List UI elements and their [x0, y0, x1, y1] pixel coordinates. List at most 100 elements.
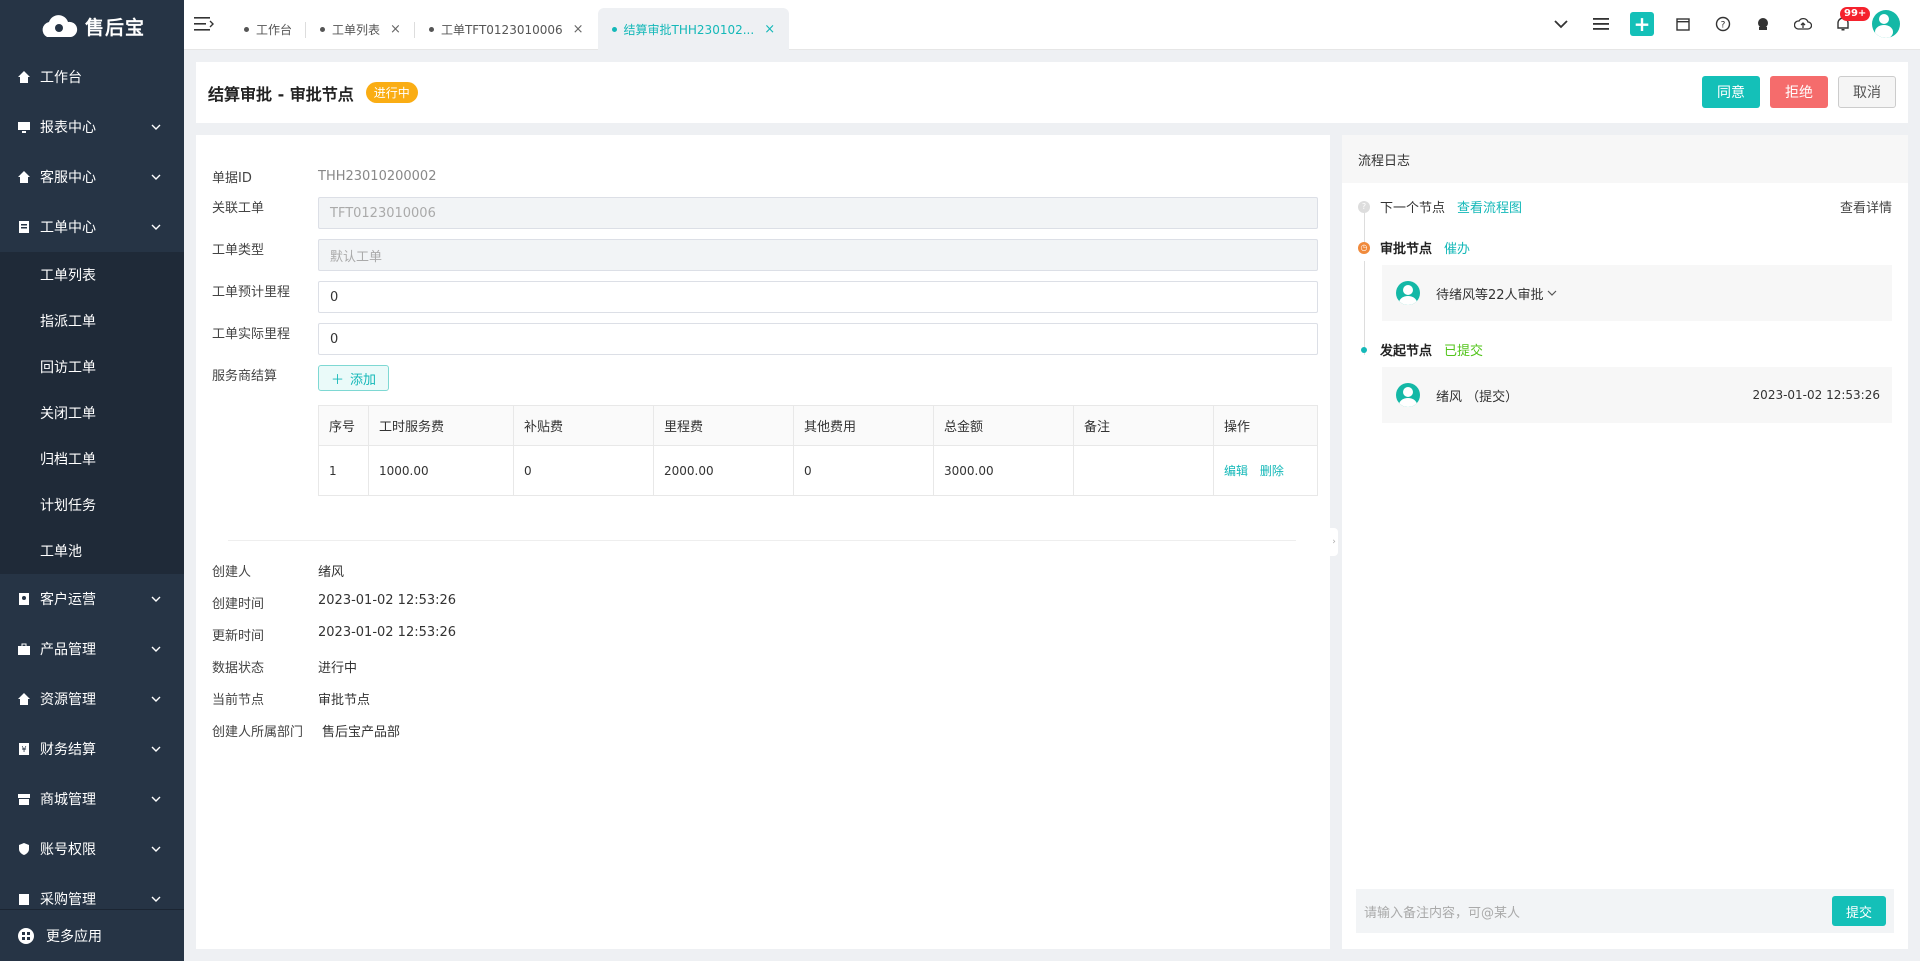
more-apps-label: 更多应用	[46, 928, 102, 945]
more-apps-button[interactable]: 更多应用	[0, 909, 184, 961]
cart-icon	[16, 891, 32, 907]
info-data-status: 数据状态 进行中	[212, 657, 357, 676]
cancel-button[interactable]: 取消	[1838, 76, 1896, 108]
sidebar-item-label: 账号权限	[40, 842, 96, 858]
submenu-item-revisit[interactable]: 回访工单	[0, 344, 184, 390]
briefcase-icon	[16, 641, 32, 657]
submenu-item-archived[interactable]: 归档工单	[0, 436, 184, 482]
service-headset-icon[interactable]	[1752, 13, 1774, 35]
app-logo[interactable]: 售后宝	[0, 0, 184, 52]
status-badge: 进行中	[365, 82, 418, 103]
tab-settlement-approval[interactable]: 结算审批THH230102... ×	[597, 8, 790, 50]
order-type-input: 默认工单	[318, 239, 1318, 271]
sidebar-item-finance[interactable]: ¥ 财务结算	[0, 724, 184, 774]
cell-labor: 1000.00	[368, 445, 514, 496]
chevron-down-icon[interactable]	[1546, 287, 1558, 299]
info-value: 进行中	[318, 661, 358, 676]
sidebar-item-label: 工单中心	[40, 220, 96, 236]
submenu-item-plan[interactable]: 计划任务	[0, 482, 184, 528]
sidebar: 售后宝 工作台 报表中心 客服中心 工单中心 工单列表 指派工单 回访工单 关闭…	[0, 0, 184, 961]
field-label: 单据ID	[212, 171, 252, 186]
sidebar-item-workbench[interactable]: 工作台	[0, 52, 184, 102]
chevron-down-icon	[151, 646, 161, 652]
sidebar-item-label: 客户运营	[40, 592, 96, 608]
table-row: 1 1000.00 0 2000.00 0 3000.00 编辑 删除	[318, 445, 1318, 496]
cloud-upload-icon[interactable]	[1792, 13, 1814, 35]
info-value: 售后宝产品部	[322, 725, 401, 740]
calendar-icon[interactable]	[1672, 13, 1694, 35]
close-icon[interactable]: ×	[764, 22, 775, 37]
tab-workbench[interactable]: 工作台	[230, 8, 307, 50]
panel-collapse-handle[interactable]: ›	[1330, 528, 1338, 556]
info-label: 更新时间	[212, 629, 265, 644]
menu-collapse-icon[interactable]	[194, 16, 214, 32]
field-label: 工单预计里程	[212, 285, 291, 300]
chevron-down-icon[interactable]	[1550, 13, 1572, 35]
info-created-time: 创建时间 2023-01-02 12:53:26	[212, 593, 456, 612]
submenu-item-workorder-list[interactable]: 工单列表	[0, 252, 184, 298]
tab-workorder-detail[interactable]: 工单TFT0123010006 ×	[415, 8, 598, 50]
settlement-table: 序号 工时服务费 补贴费 里程费 其他费用 总金额 备注 操作 1 1000.0…	[318, 405, 1318, 496]
notification-bell-icon[interactable]: 99+	[1832, 7, 1871, 35]
delete-link[interactable]: 删除	[1260, 464, 1284, 478]
workorder-submenu: 工单列表 指派工单 回访工单 关闭工单 归档工单 计划任务 工单池	[0, 252, 184, 574]
close-icon[interactable]: ×	[390, 22, 401, 37]
comment-input[interactable]: 请输入备注内容，可@某人 提交	[1356, 889, 1894, 933]
sidebar-item-resource[interactable]: 资源管理	[0, 674, 184, 724]
field-label: 关联工单	[212, 201, 265, 216]
chevron-down-icon	[151, 796, 161, 802]
sidebar-item-mall[interactable]: 商城管理	[0, 774, 184, 824]
sidebar-item-customer[interactable]: 客户运营	[0, 574, 184, 624]
col-header: 补贴费	[513, 405, 654, 446]
divider	[228, 540, 1296, 541]
col-header: 里程费	[653, 405, 794, 446]
edit-link[interactable]: 编辑	[1224, 464, 1248, 478]
info-value: 2023-01-02 12:53:26	[318, 625, 457, 640]
top-bar: 工作台 工单列表 × 工单TFT0123010006 × 结算审批THH2301…	[184, 0, 1920, 50]
node-label: 下一个节点	[1380, 201, 1446, 216]
estimated-mileage-input[interactable]: 0	[318, 281, 1318, 313]
urge-link[interactable]: 催办	[1444, 238, 1470, 257]
submenu-item-assign[interactable]: 指派工单	[0, 298, 184, 344]
field-linked-order: 关联工单 TFT0123010006	[212, 197, 1318, 229]
avatar	[1396, 281, 1420, 305]
col-header: 工时服务费	[368, 405, 514, 446]
pending-approvers[interactable]: 待绪风等22人审批	[1436, 284, 1544, 303]
doc-id-value: THH23010200002	[318, 169, 437, 184]
svg-text:?: ?	[1721, 21, 1726, 31]
help-icon[interactable]: ?	[1712, 13, 1734, 35]
info-current-node: 当前节点 审批节点	[212, 689, 370, 708]
add-settlement-button[interactable]: ＋ 添加	[318, 365, 390, 391]
col-header: 序号	[318, 405, 369, 446]
submenu-item-pool[interactable]: 工单池	[0, 528, 184, 574]
approve-button[interactable]: 同意	[1702, 76, 1760, 108]
close-icon[interactable]: ×	[573, 22, 584, 37]
user-avatar[interactable]	[1872, 10, 1900, 38]
tab-workorder-list[interactable]: 工单列表 ×	[306, 8, 415, 50]
sidebar-item-workorder[interactable]: 工单中心	[0, 202, 184, 252]
actual-mileage-input[interactable]: 0	[318, 323, 1318, 355]
shield-icon	[16, 841, 32, 857]
sidebar-item-service[interactable]: 客服中心	[0, 152, 184, 202]
col-header: 总金额	[933, 405, 1074, 446]
sidebar-item-label: 商城管理	[40, 792, 96, 808]
avatar	[1872, 10, 1900, 38]
list-menu-icon[interactable]	[1590, 13, 1612, 35]
view-detail-link[interactable]: 查看详情	[1840, 197, 1892, 216]
sidebar-item-reports[interactable]: 报表中心	[0, 102, 184, 152]
tab-label: 结算审批THH230102...	[623, 22, 755, 37]
settlement-form: 单据ID THH23010200002 关联工单 TFT0123010006 工…	[196, 135, 1330, 949]
sidebar-item-label: 财务结算	[40, 742, 96, 758]
sidebar-item-account[interactable]: 账号权限	[0, 824, 184, 874]
submit-button[interactable]: 提交	[1831, 896, 1886, 926]
node-next: ? 下一个节点 查看流程图	[1358, 197, 1522, 216]
chevron-down-icon	[151, 696, 161, 702]
submenu-item-closed[interactable]: 关闭工单	[0, 390, 184, 436]
contact-icon	[16, 591, 32, 607]
view-flow-link[interactable]: 查看流程图	[1457, 197, 1522, 216]
cell-other: 0	[793, 445, 934, 496]
pending-node-icon: ?	[1358, 200, 1370, 213]
reject-button[interactable]: 拒绝	[1770, 76, 1828, 108]
add-button[interactable]: +	[1630, 12, 1654, 36]
sidebar-item-product[interactable]: 产品管理	[0, 624, 184, 674]
